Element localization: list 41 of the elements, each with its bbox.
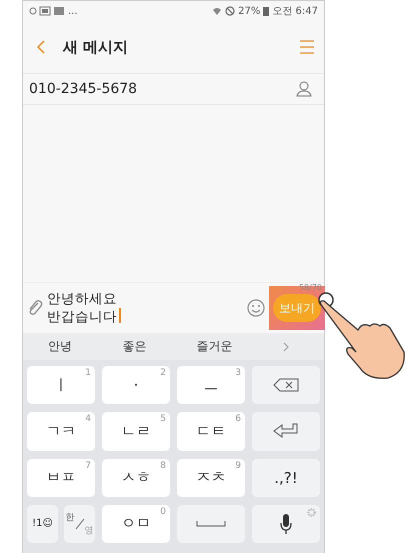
suggestion-word[interactable]: 좋은 xyxy=(122,338,146,355)
backspace-icon xyxy=(273,378,299,392)
keyboard-key[interactable]: ㅡ 3 xyxy=(177,366,245,404)
menu-icon[interactable] xyxy=(300,40,314,54)
enter-icon xyxy=(273,423,299,440)
wifi-icon xyxy=(212,6,222,16)
message-field[interactable]: 안녕하세요 반갑습니다 xyxy=(47,290,243,326)
recipient-field[interactable]: 010-2345-5678 xyxy=(29,81,138,97)
backspace-key[interactable] xyxy=(252,366,320,404)
enter-key[interactable] xyxy=(252,412,320,450)
slash-icon xyxy=(74,518,84,530)
keyboard-key[interactable]: ㅇㅁ 0 xyxy=(102,504,170,543)
battery-percent: 27% xyxy=(238,6,260,16)
emoji-icon[interactable] xyxy=(247,299,265,317)
attach-icon[interactable] xyxy=(27,299,43,317)
keyboard-key[interactable]: ㅣ 1 xyxy=(27,366,95,404)
keyboard-key[interactable]: ㅈㅊ 9 xyxy=(177,458,245,497)
punctuation-key[interactable]: .,?! xyxy=(252,458,320,497)
keyboard-key[interactable]: · 2 xyxy=(102,366,170,404)
gear-icon xyxy=(307,508,316,517)
keyboard-key[interactable]: ㅅㅎ 8 xyxy=(102,458,170,497)
voice-input-key[interactable] xyxy=(252,504,320,543)
keyboard-key[interactable]: ㄷㅌ 6 xyxy=(177,412,245,450)
symbols-key[interactable]: !1☺ xyxy=(27,504,58,543)
chevron-right-icon[interactable] xyxy=(282,342,289,352)
back-icon[interactable] xyxy=(37,40,45,54)
blocked-icon xyxy=(225,6,236,16)
contact-icon[interactable] xyxy=(296,81,312,97)
screen-title: 새 메시지 xyxy=(63,38,128,56)
keyboard-key[interactable]: ㅂㅍ 7 xyxy=(27,458,95,497)
microphone-icon xyxy=(280,514,292,534)
suggestion-word[interactable]: 안녕 xyxy=(48,338,72,355)
clock: 오전 6:47 xyxy=(272,5,318,18)
space-icon xyxy=(196,520,226,527)
suggestion-word[interactable]: 즐거운 xyxy=(196,338,233,355)
overflow-text: ... xyxy=(68,6,78,16)
notification-icons xyxy=(29,6,65,16)
keyboard-key[interactable]: ㄱㅋ 4 xyxy=(27,412,95,450)
keyboard-key[interactable]: ㄴㄹ 5 xyxy=(102,412,170,450)
battery-icon xyxy=(263,6,270,16)
language-key[interactable]: 한 영 xyxy=(64,504,95,543)
